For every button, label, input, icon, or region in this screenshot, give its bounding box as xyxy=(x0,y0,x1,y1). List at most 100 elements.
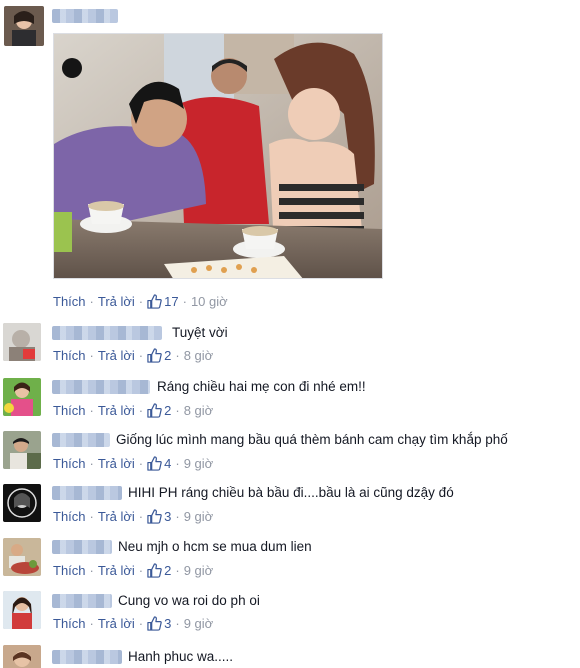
avatar-image xyxy=(4,6,44,46)
avatar-image xyxy=(3,591,41,629)
comment-like-button[interactable]: Thích xyxy=(53,348,86,363)
commenter-name-blurred[interactable] xyxy=(52,326,162,340)
comment-text: Tuyệt vời xyxy=(172,325,228,340)
commenter-name-blurred[interactable] xyxy=(52,540,112,554)
thumbs-up-icon xyxy=(147,509,162,524)
thumbs-up-icon xyxy=(147,563,162,578)
comment-like-count[interactable]: 2 xyxy=(147,348,171,363)
separator-dot: · xyxy=(89,456,94,471)
thumbs-up-icon xyxy=(147,456,162,471)
comment-like-count[interactable]: 2 xyxy=(147,563,171,578)
like-count-value: 17 xyxy=(164,294,179,309)
comment-timestamp[interactable]: 9 giờ xyxy=(184,616,214,631)
commenter-name-blurred[interactable] xyxy=(52,433,110,447)
commenter-avatar[interactable] xyxy=(3,591,41,629)
commenter-name-blurred[interactable] xyxy=(52,380,150,394)
separator-dot: · xyxy=(138,616,144,631)
separator-dot: · xyxy=(138,563,144,578)
comment-timestamp[interactable]: 8 giờ xyxy=(184,403,214,418)
separator-dot: · xyxy=(138,294,144,309)
separator-dot: · xyxy=(138,403,144,418)
comment-text: Neu mjh o hcm se mua dum lien xyxy=(118,539,312,554)
separator-dot: · xyxy=(175,616,180,631)
comment-reply-button[interactable]: Trả lời xyxy=(98,563,135,578)
comment-like-count[interactable]: 2 xyxy=(147,403,171,418)
separator-dot: · xyxy=(175,456,180,471)
like-count-value: 2 xyxy=(164,403,172,418)
commenter-avatar[interactable] xyxy=(3,431,41,469)
comment-timestamp[interactable]: 8 giờ xyxy=(184,348,214,363)
comment-reply-button[interactable]: Trả lời xyxy=(98,403,135,418)
comment-like-count[interactable]: 3 xyxy=(147,509,171,524)
thumbs-up-icon xyxy=(147,294,162,309)
commenter-avatar[interactable] xyxy=(3,538,41,576)
thumbs-up-icon xyxy=(147,348,162,363)
like-count-value: 3 xyxy=(164,616,172,631)
separator-dot: · xyxy=(175,403,180,418)
commenter-avatar[interactable] xyxy=(3,378,41,416)
comment-timestamp[interactable]: 9 giờ xyxy=(184,456,214,471)
separator-dot: · xyxy=(175,348,180,363)
separator-dot: · xyxy=(89,403,94,418)
avatar-image xyxy=(3,323,41,361)
avatar-image xyxy=(3,484,41,522)
commenter-avatar[interactable] xyxy=(3,323,41,361)
comment-text: Hanh phuc wa..... xyxy=(128,649,234,664)
comment-like-button[interactable]: Thích xyxy=(53,403,86,418)
post-photo[interactable] xyxy=(53,33,383,279)
post-like-button[interactable]: Thích xyxy=(53,294,86,309)
like-count-value: 2 xyxy=(164,348,172,363)
thumbs-up-icon xyxy=(147,403,162,418)
separator-dot: · xyxy=(138,509,144,524)
comment-like-button[interactable]: Thích xyxy=(53,456,86,471)
post-timestamp[interactable]: 10 giờ xyxy=(191,294,228,309)
separator-dot: · xyxy=(89,616,94,631)
comment-like-button[interactable]: Thích xyxy=(53,616,86,631)
separator-dot: · xyxy=(138,456,144,471)
comment-actions: Thích · Trả lời · 3 · 9 giờ xyxy=(53,616,213,631)
avatar-image xyxy=(3,431,41,469)
separator-dot: · xyxy=(89,348,94,363)
separator-dot: · xyxy=(89,509,94,524)
comment-timestamp[interactable]: 9 giờ xyxy=(184,563,214,578)
comment-reply-button[interactable]: Trả lời xyxy=(98,616,135,631)
like-count-value: 3 xyxy=(164,509,172,524)
comment-like-button[interactable]: Thích xyxy=(53,509,86,524)
separator-dot: · xyxy=(89,563,94,578)
comment-like-button[interactable]: Thích xyxy=(53,563,86,578)
commenter-name-blurred[interactable] xyxy=(52,594,112,608)
commenter-name-blurred[interactable] xyxy=(52,650,122,664)
like-count-value: 4 xyxy=(164,456,172,471)
comment-actions: Thích · Trả lời · 2 · 9 giờ xyxy=(53,563,213,578)
comment-reply-button[interactable]: Trả lời xyxy=(98,509,135,524)
comment-actions: Thích · Trả lời · 4 · 9 giờ xyxy=(53,456,213,471)
comment-actions: Thích · Trả lời · 3 · 9 giờ xyxy=(53,509,213,524)
comment-reply-button[interactable]: Trả lời xyxy=(98,456,135,471)
commenter-name-blurred[interactable] xyxy=(52,486,122,500)
comment-actions: Thích · Trả lời · 2 · 8 giờ xyxy=(53,403,213,418)
separator-dot: · xyxy=(182,294,187,309)
thumbs-up-icon xyxy=(147,616,162,631)
post-reply-button[interactable]: Trả lời xyxy=(98,294,135,309)
like-count-value: 2 xyxy=(164,563,172,578)
photo-image xyxy=(54,34,382,278)
avatar-image xyxy=(3,645,41,668)
comment-text: Giống lúc mình mang bầu quá thèm bánh ca… xyxy=(116,432,508,447)
comment-reply-button[interactable]: Trả lời xyxy=(98,348,135,363)
commenter-avatar[interactable] xyxy=(3,484,41,522)
comment-like-count[interactable]: 4 xyxy=(147,456,171,471)
separator-dot: · xyxy=(89,294,94,309)
comment-text: HIHI PH ráng chiều bà bầu đi....bầu là a… xyxy=(128,485,454,500)
separator-dot: · xyxy=(138,348,144,363)
comment-text: Cung vo wa roi do ph oi xyxy=(118,593,260,608)
post-author-avatar[interactable] xyxy=(4,6,44,46)
comment-like-count[interactable]: 3 xyxy=(147,616,171,631)
comment-timestamp[interactable]: 9 giờ xyxy=(184,509,214,524)
comment-text: Ráng chiều hai mẹ con đi nhé em!! xyxy=(157,379,366,394)
avatar-image xyxy=(3,378,41,416)
post-like-count[interactable]: 17 xyxy=(147,294,179,309)
commenter-avatar[interactable] xyxy=(3,645,41,668)
avatar-image xyxy=(3,538,41,576)
post-author-name-blurred[interactable] xyxy=(52,9,118,23)
comment-actions: Thích · Trả lời · 2 · 8 giờ xyxy=(53,348,213,363)
